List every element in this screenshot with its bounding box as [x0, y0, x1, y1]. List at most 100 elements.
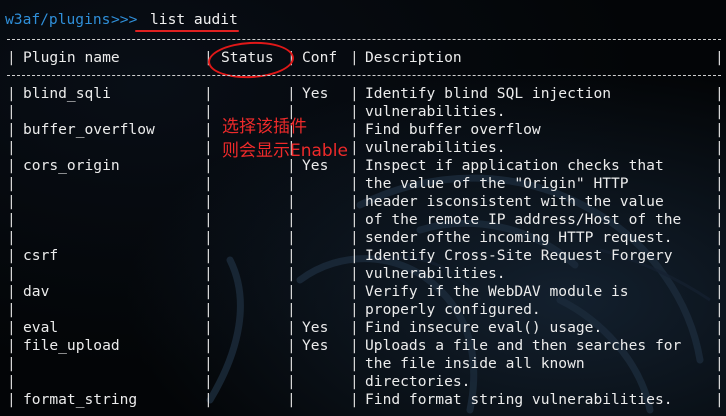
column-separator: | [350, 355, 359, 372]
header-conf: Conf [302, 49, 338, 66]
annotation-line-2: 则会显示Enable [222, 141, 348, 161]
description-cell: the value of the "Origin" HTTP [365, 175, 629, 192]
column-separator: | [287, 265, 296, 282]
column-separator: | [7, 391, 16, 408]
description-cell: Identify blind SQL injection [365, 85, 612, 102]
column-separator: | [350, 301, 359, 318]
column-separator: | [7, 355, 16, 372]
prompt-path: w3af/plugins [5, 11, 111, 28]
column-separator: | [715, 157, 724, 174]
column-separator: | [7, 247, 16, 264]
plugin-name-cell: cors_origin [23, 157, 120, 174]
column-separator: | [350, 157, 359, 174]
column-separator: | [715, 283, 724, 300]
column-separator: | [204, 193, 213, 210]
column-separator: | [287, 301, 296, 318]
column-separator: | [287, 193, 296, 210]
column-separator: | [715, 373, 724, 390]
column-separator: | [7, 193, 16, 210]
terminal-window[interactable]: w3af/plugins >>> list audit | Plugin nam… [0, 0, 726, 416]
column-separator: | [204, 139, 213, 156]
header-plugin-name: Plugin name [23, 49, 120, 66]
column-separator: | [715, 211, 724, 228]
header-description: Description [365, 49, 462, 66]
command-underline-annotation [135, 30, 239, 32]
column-separator: | [204, 157, 213, 174]
column-separator: | [204, 103, 213, 120]
column-separator: | [350, 373, 359, 390]
column-separator: | [715, 355, 724, 372]
table-top-rule [7, 39, 721, 41]
column-separator: | [7, 139, 16, 156]
column-separator: | [350, 211, 359, 228]
column-separator: | [350, 121, 359, 138]
plugin-name-cell: csrf [23, 247, 59, 264]
description-cell: Inspect if application checks that [365, 157, 664, 174]
column-separator: | [204, 373, 213, 390]
description-cell: Verify if the WebDAV module is [365, 283, 629, 300]
column-separator: | [204, 283, 213, 300]
column-separator: | [204, 319, 213, 336]
description-cell: Uploads a file and then searches for [365, 337, 682, 354]
column-separator: | [287, 247, 296, 264]
prompt-line: w3af/plugins >>> list audit [0, 11, 238, 29]
column-separator: | [204, 337, 213, 354]
column-separator: | [715, 337, 724, 354]
column-separator: | [715, 139, 724, 156]
plugin-name-cell: blind_sqli [23, 85, 111, 102]
column-separator: | [204, 391, 213, 408]
column-separator: | [287, 85, 296, 102]
column-separator: | [715, 319, 724, 336]
annotation-line-1: 选择该插件 [222, 117, 307, 137]
column-separator: | [204, 211, 213, 228]
typed-command: list audit [150, 11, 238, 28]
column-separator: | [350, 265, 359, 282]
column-separator: | [715, 49, 724, 66]
column-separator: | [287, 175, 296, 192]
column-separator: | [350, 247, 359, 264]
column-separator: | [7, 85, 16, 102]
column-separator: | [287, 373, 296, 390]
column-separator: | [287, 337, 296, 354]
description-cell: sender ofthe incoming HTTP request. [365, 229, 673, 246]
column-separator: | [715, 247, 724, 264]
column-separator: | [350, 319, 359, 336]
column-separator: | [204, 247, 213, 264]
table-header-rule [7, 75, 721, 77]
column-separator: | [7, 211, 16, 228]
table-header-row: | Plugin name | Status | Conf | Descript… [0, 49, 724, 67]
column-separator: | [350, 85, 359, 102]
description-cell: Find insecure eval() usage. [365, 319, 603, 336]
description-cell: vulnerabilities. [365, 139, 506, 156]
column-separator: | [287, 283, 296, 300]
column-separator: | [350, 337, 359, 354]
column-separator: | [287, 355, 296, 372]
column-separator: | [350, 49, 359, 66]
column-separator: | [350, 229, 359, 246]
plugin-name-cell: file_upload [23, 337, 120, 354]
description-cell: properly configured. [365, 301, 541, 318]
plugin-name-cell: eval [23, 319, 59, 336]
description-cell: Identify Cross-Site Request Forgery [365, 247, 673, 264]
column-separator: | [287, 229, 296, 246]
plugin-name-cell: dav [23, 283, 50, 300]
description-cell: Find buffer overflow [365, 121, 541, 138]
column-separator: | [7, 319, 16, 336]
column-separator: | [715, 121, 724, 138]
column-separator: | [7, 121, 16, 138]
column-separator: | [204, 175, 213, 192]
column-separator: | [287, 391, 296, 408]
column-separator: | [7, 265, 16, 282]
column-separator: | [715, 103, 724, 120]
column-separator: | [350, 391, 359, 408]
conf-cell: Yes [302, 337, 329, 354]
column-separator: | [350, 175, 359, 192]
prompt-marker: >>> [111, 11, 147, 28]
description-cell: of the remote IP address/Host of the [365, 211, 682, 228]
column-separator: | [715, 391, 724, 408]
column-separator: | [7, 103, 16, 120]
column-separator: | [7, 373, 16, 390]
column-separator: | [715, 301, 724, 318]
column-separator: | [715, 193, 724, 210]
column-separator: | [350, 139, 359, 156]
